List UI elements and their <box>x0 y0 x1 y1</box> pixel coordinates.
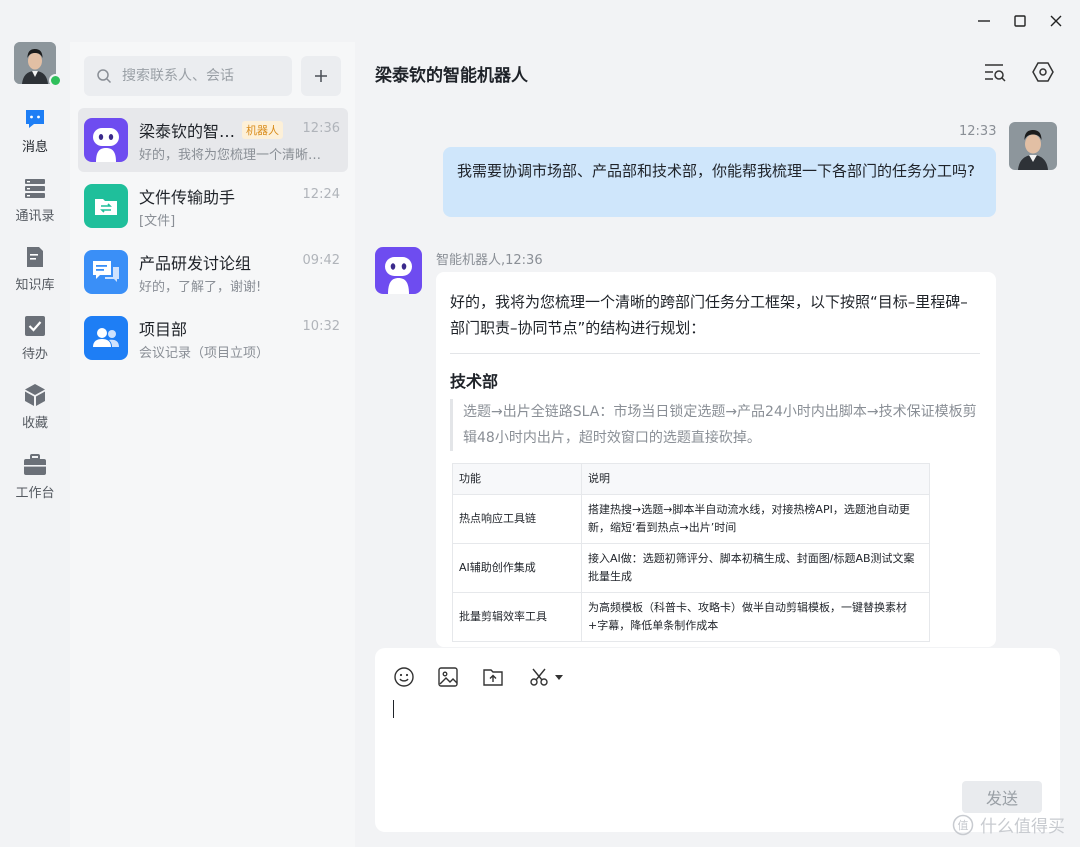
close-icon <box>1050 15 1062 27</box>
table-cell: 为高频模板（科普卡、攻略卡）做半自动剪辑模板，一键替换素材+字幕，降低单条制作成… <box>581 592 930 642</box>
gear-icon <box>1032 62 1054 82</box>
document-icon <box>22 244 48 270</box>
conversation-item[interactable]: 文件传输助手 12:24 [文件] <box>78 174 348 238</box>
search-box[interactable] <box>84 56 292 96</box>
rail-item-label: 工作台 <box>15 486 55 501</box>
conversation-time: 09:42 <box>302 253 340 268</box>
table-header: 功能 <box>452 463 582 495</box>
table-cell: 批量剪辑效率工具 <box>452 592 582 642</box>
message-input[interactable] <box>391 696 1041 776</box>
section-heading: 技术部 <box>450 372 499 391</box>
close-button[interactable] <box>1038 8 1074 34</box>
table-cell: 接入AI做：选题初筛评分、脚本初稿生成、封面图/标题AB测试文案批量生成 <box>581 543 930 593</box>
chat-pane: 梁泰钦的智能机器人 12:33 我需要协调市场部、产品部和技术部，你能帮我梳理一… <box>355 42 1080 847</box>
conversation-name: 梁泰钦的智… <box>139 122 236 141</box>
search-list-icon <box>985 64 1006 82</box>
image-icon <box>438 667 458 687</box>
scissors-icon <box>530 668 548 686</box>
contacts-icon <box>22 175 48 201</box>
add-button[interactable] <box>301 56 341 96</box>
conversation-list: 梁泰钦的智… 机器人 12:36 好的，我将为您梳理一个清晰… 文件传输助手 1… <box>70 42 355 847</box>
minimize-icon <box>978 20 990 22</box>
window-controls <box>966 8 1074 34</box>
table-row: AI辅助创作集成 接入AI做：选题初筛评分、脚本初稿生成、封面图/标题AB测试文… <box>452 543 930 593</box>
bot-tag-badge: 机器人 <box>242 121 283 139</box>
table-row: 批量剪辑效率工具 为高频模板（科普卡、攻略卡）做半自动剪辑模板，一键替换素材+字… <box>452 592 930 642</box>
caret-down-icon <box>555 675 563 680</box>
conversation-name: 文件传输助手 <box>139 188 236 207</box>
blockquote: 选题→出片全链路SLA：市场当日锁定选题→产品24小时内出脚本→技术保证模板剪辑… <box>450 399 982 451</box>
conversation-item[interactable]: 产品研发讨论组 09:42 好的，了解了，谢谢! <box>78 240 348 304</box>
conversation-preview: 好的，我将为您梳理一个清晰… <box>139 148 322 163</box>
briefcase-icon <box>22 452 48 478</box>
table-header-row: 功能 说明 <box>452 463 930 495</box>
rail-item-workbench[interactable]: 工作台 <box>0 452 70 508</box>
conversation-name: 产品研发讨论组 <box>139 254 252 273</box>
svg-text:值: 值 <box>958 819 969 832</box>
online-status-dot <box>49 74 62 87</box>
conversation-time: 12:24 <box>302 187 340 202</box>
divider <box>450 353 980 354</box>
watermark-text: 什么值得买 <box>980 817 1065 837</box>
rail-item-messages[interactable]: 消息 <box>0 106 70 162</box>
emoji-button[interactable] <box>391 664 417 690</box>
cube-icon <box>22 382 48 408</box>
minimize-button[interactable] <box>966 8 1002 34</box>
message-time: 12:33 <box>959 124 997 139</box>
rail-item-favorites[interactable]: 收藏 <box>0 382 70 438</box>
table-header: 说明 <box>581 463 930 495</box>
rail-item-label: 通讯录 <box>15 209 55 224</box>
folder-upload-icon <box>483 669 503 686</box>
conversation-item[interactable]: 项目部 10:32 会议记录（项目立项） <box>78 306 348 370</box>
rail-item-label: 知识库 <box>15 278 55 293</box>
file-transfer-avatar <box>84 184 128 228</box>
smiley-icon <box>394 667 414 687</box>
task-table: 功能 说明 热点响应工具链 搭建热搜→选题→脚本半自动流水线，对接热榜API，选… <box>452 463 930 642</box>
bot-intro-text: 好的，我将为您梳理一个清晰的跨部门任务分工框架，以下按照“目标–里程碑–部门职责… <box>450 293 968 337</box>
checkbox-icon <box>22 313 48 339</box>
rail-item-label: 消息 <box>21 140 48 155</box>
bot-message-meta: 智能机器人,12:36 <box>436 253 543 268</box>
table-cell: 搭建热搜→选题→脚本半自动流水线，对接热榜API，选题池自动更新，缩短‘看到热点… <box>581 494 930 544</box>
chat-bubble-icon <box>22 106 48 132</box>
search-input[interactable] <box>122 68 282 84</box>
maximize-button[interactable] <box>1002 8 1038 34</box>
table-cell: 热点响应工具链 <box>452 494 582 544</box>
conversation-time: 10:32 <box>302 319 340 334</box>
search-history-button[interactable] <box>981 58 1009 86</box>
settings-button[interactable] <box>1029 58 1057 86</box>
search-icon <box>97 69 112 84</box>
message-composer: 发送 <box>375 648 1060 832</box>
chat-title: 梁泰钦的智能机器人 <box>375 66 528 86</box>
conversation-item[interactable]: 梁泰钦的智… 机器人 12:36 好的，我将为您梳理一个清晰… <box>78 108 348 172</box>
conversation-preview: 好的，了解了，谢谢! <box>139 280 262 295</box>
plus-icon <box>315 70 327 82</box>
image-button[interactable] <box>435 664 461 690</box>
conversation-time: 12:36 <box>302 121 340 136</box>
table-row: 热点响应工具链 搭建热搜→选题→脚本半自动流水线，对接热榜API，选题池自动更新… <box>452 494 930 544</box>
rail-item-contacts[interactable]: 通讯录 <box>0 175 70 231</box>
send-button[interactable]: 发送 <box>962 781 1042 813</box>
robot-avatar <box>84 118 128 162</box>
rail-item-todo[interactable]: 待办 <box>0 313 70 369</box>
conversation-preview: [文件] <box>139 214 176 229</box>
upload-file-button[interactable] <box>480 664 506 690</box>
incoming-message-bubble: 好的，我将为您梳理一个清晰的跨部门任务分工框架，以下按照“目标–里程碑–部门职责… <box>436 272 996 647</box>
conversation-preview: 会议记录（项目立项） <box>139 346 270 361</box>
maximize-icon <box>1014 15 1026 27</box>
rail-item-knowledge[interactable]: 知识库 <box>0 244 70 300</box>
department-avatar <box>84 316 128 360</box>
outgoing-message-bubble: 我需要协调市场部、产品部和技术部，你能帮我梳理一下各部门的任务分工吗? <box>443 147 996 217</box>
left-rail: 消息 通讯录 知识库 待办 收藏 工作台 <box>0 0 70 847</box>
sender-avatar[interactable] <box>1009 122 1057 170</box>
value-logo-icon: 值 <box>952 814 974 835</box>
robot-avatar[interactable] <box>375 247 422 294</box>
conversation-name: 项目部 <box>139 320 188 339</box>
rail-item-label: 收藏 <box>21 416 48 431</box>
table-cell: AI辅助创作集成 <box>452 543 582 593</box>
screenshot-button[interactable] <box>525 664 567 690</box>
site-watermark: 值 什么值得买 <box>952 812 1065 837</box>
rail-item-label: 待办 <box>21 347 48 362</box>
group-chat-avatar <box>84 250 128 294</box>
